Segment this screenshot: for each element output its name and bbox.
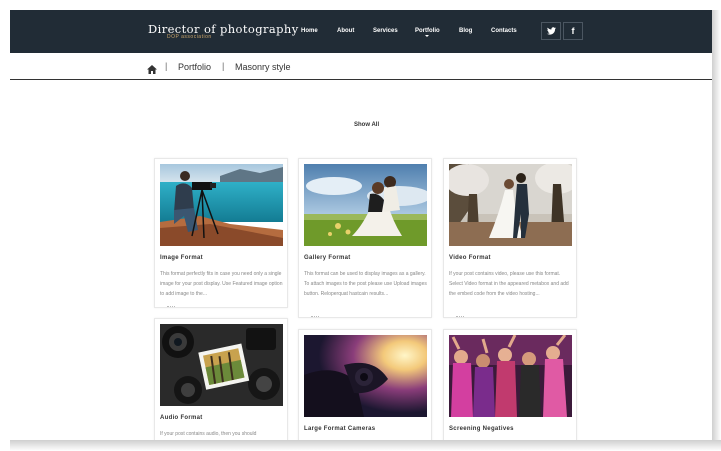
filter-show-all[interactable]: Show All <box>354 122 379 128</box>
card-title[interactable]: Screening Negatives <box>449 426 514 432</box>
breadcrumb-current: Masonry style <box>235 62 291 72</box>
card-excerpt: If your post contains audio, then you sh… <box>160 431 257 437</box>
card-excerpt: This format can be used to display image… <box>304 271 427 297</box>
breadcrumb-separator: | <box>165 61 168 71</box>
nav-blog[interactable]: Blog <box>459 28 472 34</box>
home-icon[interactable] <box>147 61 157 79</box>
nav-portfolio[interactable]: Portfolio <box>415 28 440 34</box>
breadcrumb: | Portfolio | Masonry style <box>10 53 712 80</box>
portfolio-card[interactable]: Video Format If your post contains video… <box>443 158 577 318</box>
portfolio-card[interactable]: Screening Negatives <box>443 329 577 440</box>
portfolio-card[interactable]: Gallery Format This format can be used t… <box>298 158 432 318</box>
card-divider <box>311 316 319 319</box>
nav-contacts[interactable]: Contacts <box>491 28 517 34</box>
card-excerpt: This format perfectly fits in case you n… <box>160 271 283 297</box>
facebook-button[interactable]: f <box>563 22 583 40</box>
web-page: Director of photography DOP association … <box>10 10 712 440</box>
card-image-wedding-trees[interactable] <box>449 164 572 246</box>
breadcrumb-portfolio[interactable]: Portfolio <box>178 62 211 72</box>
nav-about[interactable]: About <box>337 28 354 34</box>
portfolio-card[interactable]: Large Format Cameras <box>298 329 432 440</box>
nav-home[interactable]: Home <box>301 28 318 34</box>
card-image-party-crowd[interactable] <box>449 335 572 417</box>
portfolio-card[interactable]: Audio Format If your post contains audio… <box>154 318 288 440</box>
twitter-button[interactable] <box>541 22 561 40</box>
breadcrumb-separator: | <box>222 61 225 71</box>
frame-shadow-bottom <box>10 440 721 451</box>
screenshot-frame: Director of photography DOP association … <box>0 0 721 451</box>
card-image-wedding-field[interactable] <box>304 164 427 246</box>
card-title[interactable]: Image Format <box>160 255 203 261</box>
card-image-photographer[interactable] <box>160 164 283 246</box>
card-image-cameras[interactable] <box>160 324 283 406</box>
portfolio-card[interactable]: Image Format This format perfectly fits … <box>154 158 288 308</box>
nav-services[interactable]: Services <box>373 28 398 34</box>
portfolio-active-caret <box>425 35 429 37</box>
card-title[interactable]: Large Format Cameras <box>304 426 375 432</box>
site-subtitle: DOP association <box>167 34 212 40</box>
twitter-icon <box>546 27 556 35</box>
card-image-camera-light[interactable] <box>304 335 427 417</box>
card-title[interactable]: Video Format <box>449 255 491 261</box>
header-bar: Director of photography DOP association … <box>10 10 712 53</box>
frame-shadow-right <box>712 10 721 451</box>
card-title[interactable]: Gallery Format <box>304 255 351 261</box>
card-divider <box>167 306 175 309</box>
card-divider <box>456 316 464 319</box>
card-title[interactable]: Audio Format <box>160 415 203 421</box>
facebook-icon: f <box>571 26 575 36</box>
card-excerpt: If your post contains video, please use … <box>449 271 569 297</box>
